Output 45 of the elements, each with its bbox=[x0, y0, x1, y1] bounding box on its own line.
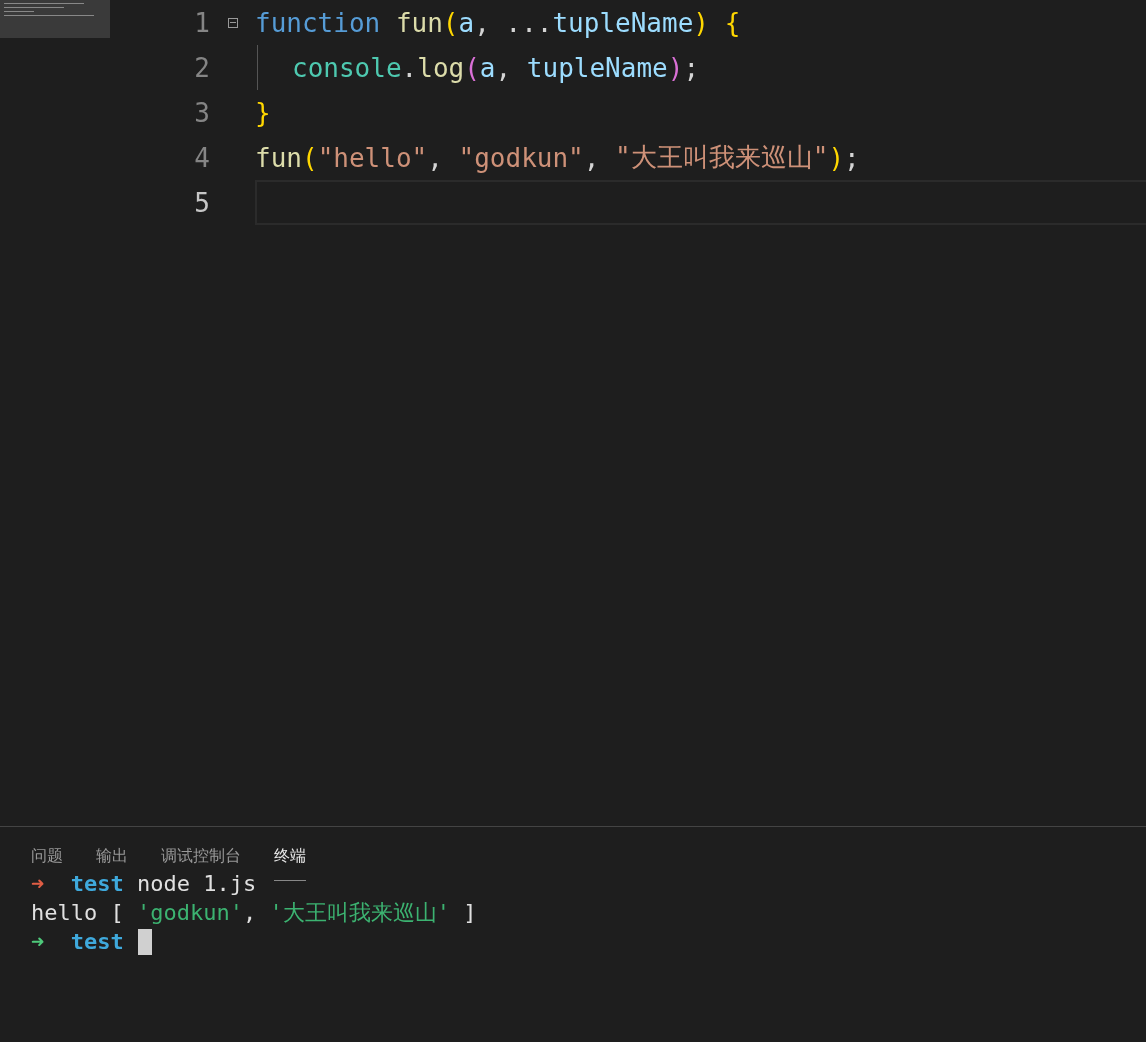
line-number: 1 bbox=[193, 7, 210, 38]
variable-token: a bbox=[458, 7, 475, 38]
collapse-icon[interactable] bbox=[227, 17, 238, 28]
bracket-token: ) bbox=[828, 142, 845, 173]
variable-token: a bbox=[479, 52, 496, 83]
string-token: 'godkun' bbox=[135, 899, 243, 927]
variable-token: tupleName bbox=[525, 52, 668, 83]
function-name-token: fun bbox=[255, 142, 302, 173]
directory-token: test bbox=[69, 928, 124, 956]
function-name-token: fun bbox=[394, 7, 443, 38]
code-token: , bbox=[427, 142, 443, 173]
bracket-token: ( bbox=[301, 142, 318, 173]
code-token: ; bbox=[683, 52, 700, 83]
object-token: console bbox=[292, 52, 402, 83]
prompt-arrow: ➜ bbox=[31, 870, 45, 898]
panel-tab[interactable]: 终端 bbox=[274, 843, 306, 881]
string-token: "大王叫我来巡山" bbox=[614, 141, 829, 174]
code-token: , bbox=[583, 142, 600, 173]
code-token: . bbox=[401, 52, 418, 83]
string-token: "hello" bbox=[317, 142, 428, 173]
code-token: ; bbox=[844, 142, 860, 173]
code-token: hello [ bbox=[31, 899, 124, 927]
prompt-arrow: ➜ bbox=[31, 928, 45, 956]
bracket-token: } bbox=[255, 97, 271, 128]
code-token: node 1.js bbox=[135, 870, 257, 898]
string-token: '大王叫我来巡山' bbox=[268, 899, 450, 927]
line-number: 3 bbox=[193, 97, 210, 128]
keyword-token: function bbox=[255, 7, 381, 38]
line-number: 2 bbox=[193, 52, 210, 83]
code-token: , bbox=[495, 52, 512, 83]
code-token: , bbox=[242, 899, 257, 927]
line-number: 5 bbox=[193, 187, 210, 218]
variable-token: tupleName bbox=[552, 7, 694, 38]
bracket-token: { bbox=[723, 7, 741, 38]
bracket-token: ) bbox=[693, 7, 709, 38]
function-name-token: log bbox=[417, 52, 465, 83]
code-token: , ... bbox=[474, 7, 553, 38]
string-token: "godkun" bbox=[457, 142, 584, 173]
minimap-drawing[interactable] bbox=[0, 0, 110, 38]
bracket-token: ( bbox=[442, 7, 459, 38]
bracket-token: ( bbox=[464, 52, 480, 83]
code-token: ] bbox=[462, 899, 477, 927]
directory-token: test bbox=[69, 870, 124, 898]
bracket-token: ) bbox=[667, 52, 684, 83]
line-number: 4 bbox=[193, 142, 210, 173]
